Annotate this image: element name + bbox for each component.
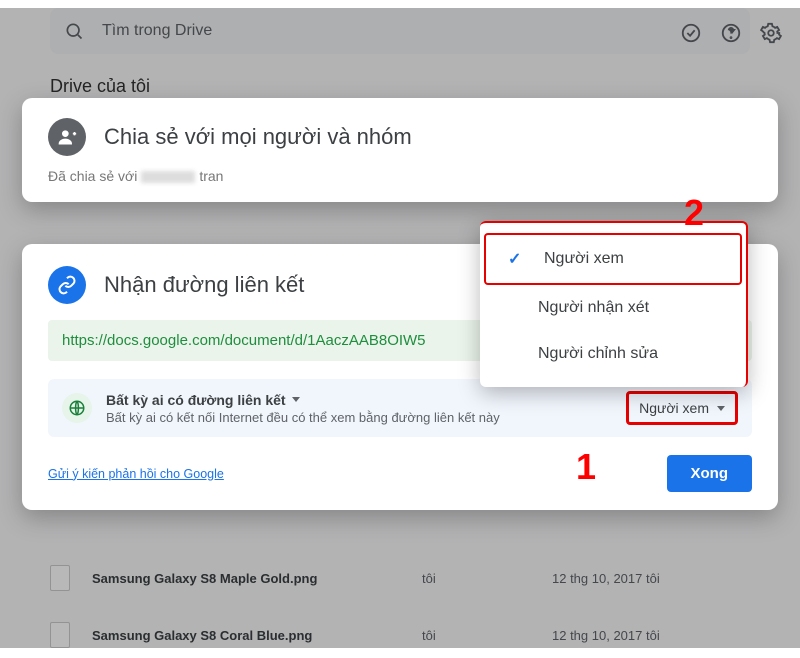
access-scope-dropdown[interactable]: Bất kỳ ai có đường liên kết <box>106 392 612 408</box>
link-icon <box>48 266 86 304</box>
role-option-viewer[interactable]: ✓ Người xem <box>484 233 742 285</box>
annotation-1: 1 <box>576 446 596 488</box>
shared-with-text: Đã chia sẻ vớitran <box>48 168 752 184</box>
role-option-commenter[interactable]: Người nhận xét <box>480 285 746 331</box>
role-option-editor[interactable]: Người chỉnh sửa <box>480 331 746 377</box>
role-menu: ✓ Người xem Người nhận xét Người chỉnh s… <box>480 221 748 387</box>
role-dropdown-button[interactable]: Người xem <box>626 391 738 425</box>
share-people-card: Chia sẻ với mọi người và nhóm Đã chia sẻ… <box>22 98 778 202</box>
link-access-row: Bất kỳ ai có đường liên kết Bất kỳ ai có… <box>48 379 752 437</box>
get-link-title: Nhận đường liên kết <box>104 272 304 298</box>
check-icon: ✓ <box>508 249 526 269</box>
share-title: Chia sẻ với mọi người và nhóm <box>104 124 412 150</box>
annotation-2: 2 <box>684 192 704 234</box>
chevron-down-icon <box>292 397 300 402</box>
person-add-icon <box>48 118 86 156</box>
globe-icon <box>62 393 92 423</box>
access-description: Bất kỳ ai có kết nối Internet đều có thể… <box>106 410 536 425</box>
chevron-down-icon <box>717 406 725 411</box>
send-feedback-link[interactable]: Gửi ý kiến phản hồi cho Google <box>48 467 224 481</box>
done-button[interactable]: Xong <box>667 455 753 492</box>
